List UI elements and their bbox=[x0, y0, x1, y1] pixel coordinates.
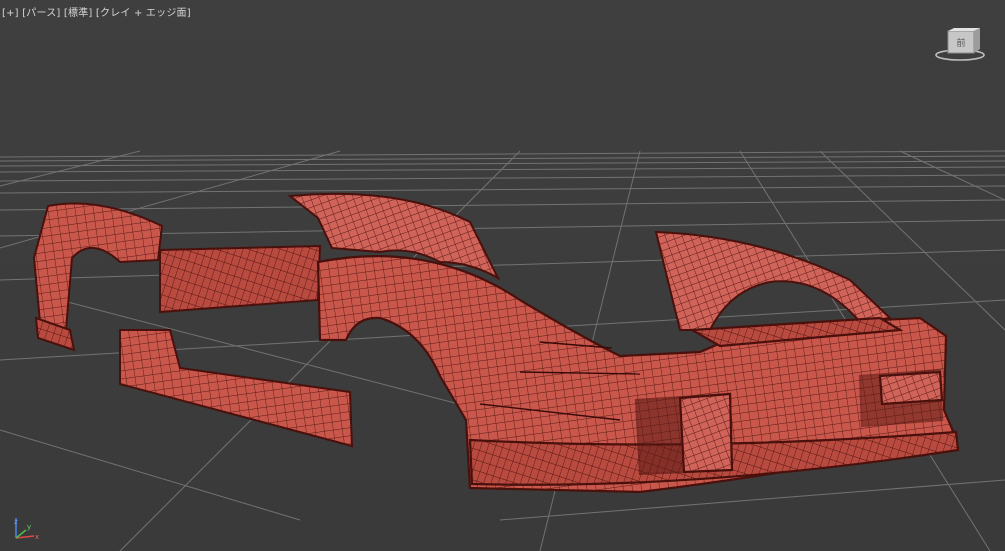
shading-preset-button[interactable]: [標準] bbox=[64, 8, 93, 19]
scene-canvas[interactable] bbox=[0, 0, 1005, 551]
perspective-viewport[interactable]: [+] [パース] [標準] [クレイ + エッジ面] 前 z x y bbox=[0, 0, 1005, 551]
viewcube-face-label: 前 bbox=[956, 37, 965, 49]
view-type-button[interactable]: [パース] bbox=[22, 8, 60, 19]
front-fender-far bbox=[654, 230, 893, 331]
viewcube-icon[interactable]: 前 bbox=[934, 27, 986, 63]
axis-x-label: x bbox=[35, 533, 39, 541]
viewport-menu-button[interactable]: [+] bbox=[2, 8, 19, 19]
viewport-label: [+] [パース] [標準] [クレイ + エッジ面] bbox=[2, 4, 191, 19]
axis-gizmo: z x y bbox=[8, 514, 44, 544]
axis-z-label: z bbox=[14, 518, 18, 526]
shading-mode-button[interactable]: [クレイ + エッジ面] bbox=[96, 8, 191, 19]
axis-y-label: y bbox=[27, 523, 31, 531]
